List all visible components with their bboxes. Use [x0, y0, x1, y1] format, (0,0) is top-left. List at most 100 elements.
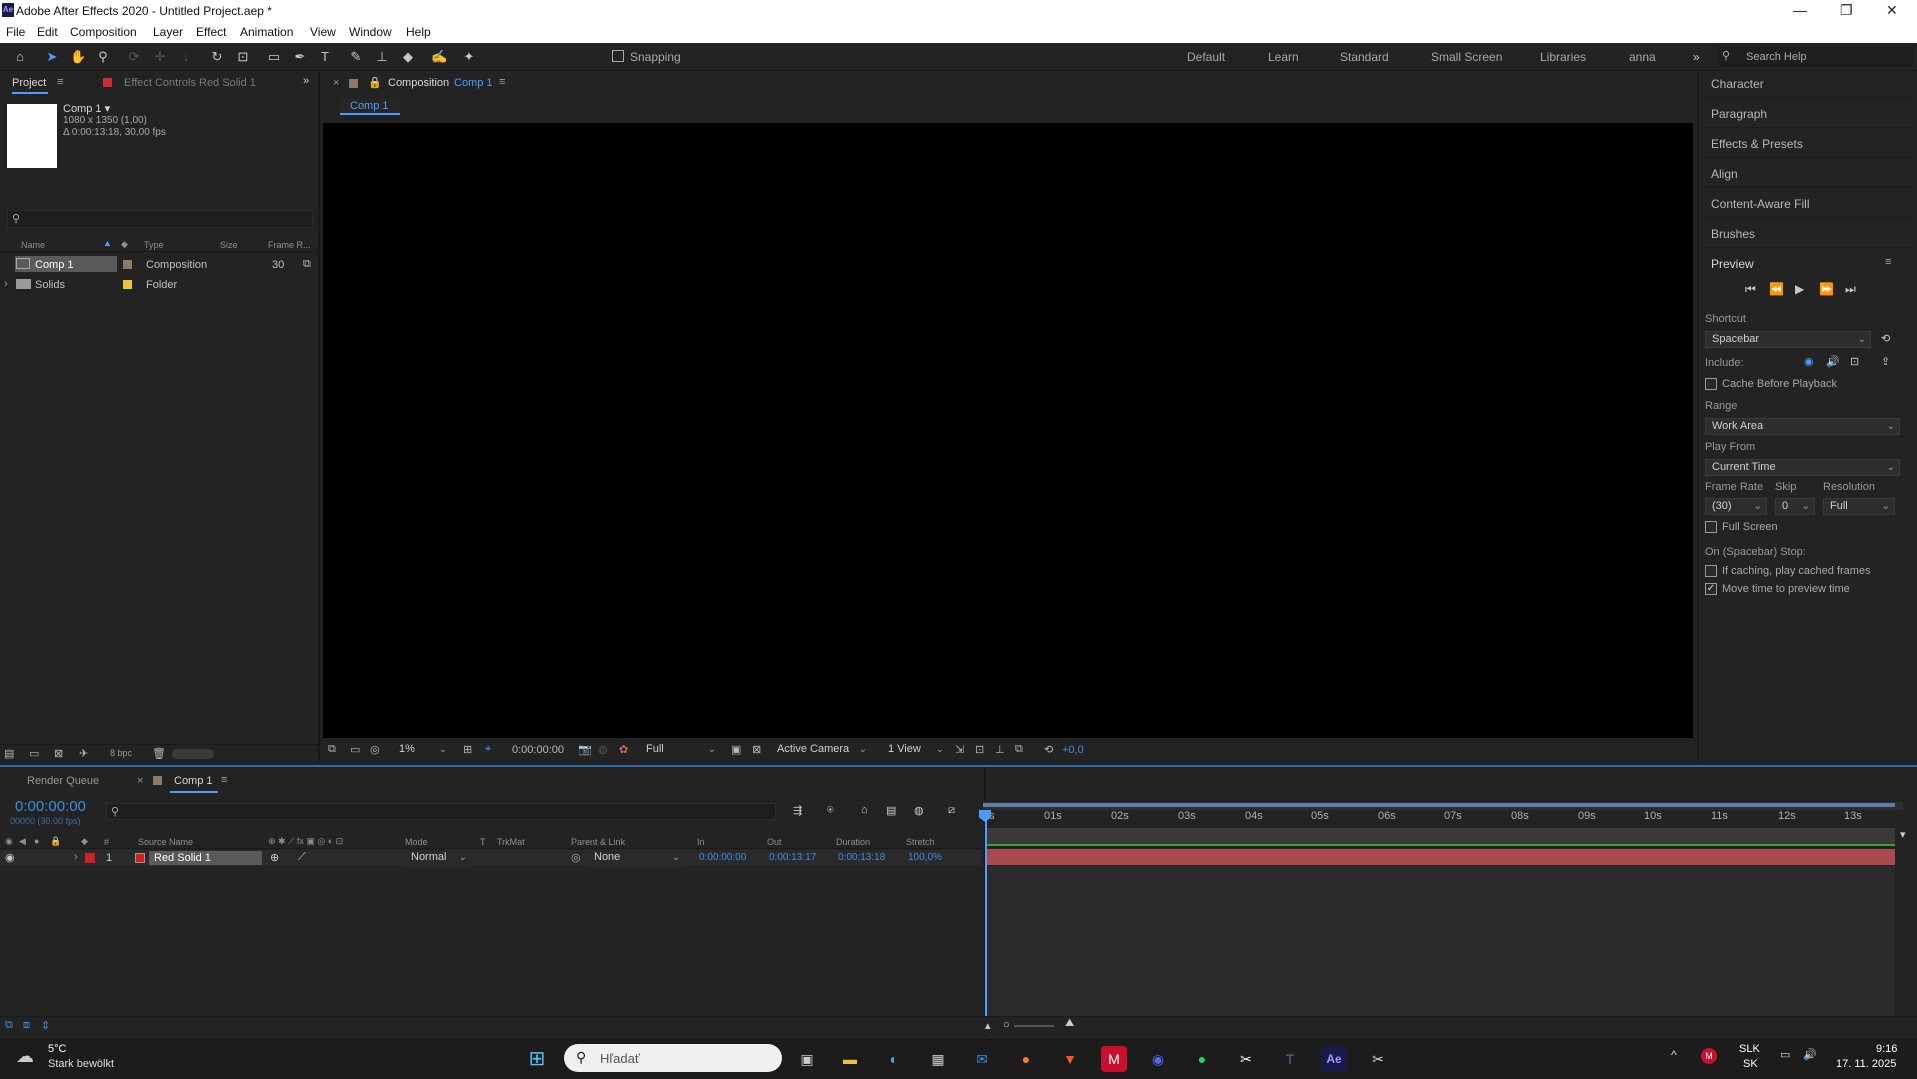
tab-project[interactable]: Project — [12, 77, 46, 89]
vr-icon[interactable]: ◎ — [370, 743, 380, 756]
bpc-label[interactable]: 8 bpc — [110, 748, 132, 758]
project-item-solids[interactable]: › Solids Folder — [0, 277, 320, 293]
delete-icon[interactable]: 🗑 — [152, 747, 166, 760]
quality-switch-icon[interactable]: ⟋ — [298, 851, 306, 864]
zoom-slider-track[interactable] — [1014, 1025, 1054, 1027]
orbit-tool-icon[interactable]: ⟳ — [126, 49, 142, 65]
keyboard-layout[interactable]: SK — [1743, 1058, 1758, 1070]
time-ruler[interactable]: 0s 01s 02s 03s 04s 05s 06s 07s 08s 09s 1… — [983, 810, 1903, 828]
weather-temp[interactable]: 5°C — [48, 1043, 66, 1055]
zoom-dropdown[interactable]: 1% ⌄ — [393, 742, 451, 759]
eraser-tool-icon[interactable]: ◆ — [400, 49, 416, 65]
col-type[interactable]: Type — [144, 240, 164, 250]
snipping-tool-icon[interactable]: ✂ — [1365, 1046, 1391, 1072]
panel-menu-icon[interactable]: ≡ — [57, 76, 63, 88]
fast-preview-icon[interactable]: ⊡ — [975, 743, 984, 756]
tab-render-queue[interactable]: Render Queue — [27, 775, 99, 787]
timeline-search-input[interactable]: ⚲ — [106, 803, 776, 820]
snapping-checkbox[interactable] — [612, 50, 624, 62]
outlook-icon[interactable]: ✉ — [969, 1046, 995, 1072]
pen-tool-icon[interactable]: ✒ — [292, 49, 308, 65]
panel-align[interactable]: Align — [1711, 167, 1738, 181]
col-parent[interactable]: Parent & Link — [571, 837, 625, 847]
close-tab-icon[interactable]: × — [137, 775, 143, 787]
preview-resolution-dropdown[interactable]: Full ⌄ — [1823, 498, 1895, 515]
zoom-tool-icon[interactable]: ⚲ — [95, 49, 111, 65]
menu-edit[interactable]: Edit — [37, 25, 58, 39]
reset-icon[interactable]: ⟲ — [1881, 332, 1890, 345]
anchor-tool-icon[interactable]: ⊡ — [235, 49, 251, 65]
workspace-anna[interactable]: anna — [1629, 50, 1656, 64]
zoom-in-icon[interactable]: ⛰ — [1065, 1017, 1074, 1030]
label-column-icon[interactable]: ◆ — [121, 239, 128, 250]
tab-timeline-comp[interactable]: Comp 1 — [174, 775, 213, 787]
blend-mode-dropdown[interactable]: Normal ⌄ — [405, 850, 471, 867]
layer-switches-toggle-icon[interactable]: ⧉ — [5, 1019, 13, 1032]
edge-icon[interactable]: ◐ — [881, 1046, 907, 1072]
layer-in[interactable]: 0:00:00:00 — [699, 852, 746, 863]
graph-editor-icon[interactable]: ⧄ — [948, 804, 955, 817]
grid-icon[interactable]: ⊞ — [463, 743, 472, 756]
export-icon[interactable]: ⇪ — [1881, 355, 1890, 368]
col-name[interactable]: Name — [21, 240, 45, 250]
workspace-libraries[interactable]: Libraries — [1540, 50, 1586, 64]
mega-icon[interactable]: M — [1101, 1046, 1127, 1072]
panel-character[interactable]: Character — [1711, 77, 1764, 91]
color-channel-icon[interactable]: ✿ — [619, 743, 628, 756]
current-time-display[interactable]: 0:00:00:00 — [15, 798, 86, 815]
menu-help[interactable]: Help — [406, 25, 431, 39]
taskbar-search[interactable]: ⚲ Hľadať — [564, 1044, 782, 1072]
play-from-dropdown[interactable]: Current Time ⌄ — [1705, 459, 1900, 476]
layer-out[interactable]: 0:00:13:17 — [769, 852, 816, 863]
switches-icons[interactable]: ⊕ ✱ ⟋ fx ▣ ◎ ◐ ⊡ — [268, 836, 343, 847]
lock-icon[interactable]: 🔒 — [368, 76, 382, 89]
comp-info-name[interactable]: Comp 1 ▾ — [63, 102, 110, 115]
col-frame-rate[interactable]: Frame R... — [268, 240, 311, 250]
pan-tool-icon[interactable]: ✛ — [152, 49, 168, 65]
menu-window[interactable]: Window — [349, 25, 392, 39]
brush-tool-icon[interactable]: ✎ — [348, 49, 364, 65]
keyboard-language[interactable]: SLK — [1739, 1043, 1760, 1055]
timeline-icon[interactable]: ⊥ — [995, 743, 1005, 756]
previous-frame-icon[interactable]: ⏪ — [1769, 282, 1784, 296]
project-item-comp-1[interactable]: Comp 1 Composition 30 ⧉ — [0, 257, 320, 273]
col-source-name[interactable]: Source Name — [138, 837, 193, 847]
shy-switch-icon[interactable]: ⊕ — [270, 851, 279, 864]
expand-chevron-icon[interactable]: › — [74, 851, 78, 863]
work-area-range[interactable] — [983, 803, 1895, 807]
panel-menu-icon[interactable]: ≡ — [499, 76, 505, 88]
range-dropdown[interactable]: Work Area ⌄ — [1705, 418, 1900, 435]
preview-title[interactable]: Preview — [1711, 257, 1754, 271]
move-time-checkbox[interactable]: ✓ — [1705, 583, 1717, 595]
expand-chevron-icon[interactable]: › — [4, 278, 8, 290]
cache-before-playback-checkbox[interactable] — [1705, 378, 1717, 390]
tab-composition[interactable]: Composition — [388, 77, 449, 89]
capcut-icon[interactable]: ✂ — [1233, 1046, 1259, 1072]
maximize-button[interactable]: ❐ — [1840, 2, 1853, 19]
project-settings-icon[interactable]: ✈ — [79, 747, 88, 760]
resolution-dropdown[interactable]: Full ⌄ — [640, 742, 720, 759]
search-help-field[interactable]: ⚲ Search Help — [1718, 47, 1914, 67]
flowchart-icon[interactable]: ⧉ — [303, 258, 311, 271]
frame-blending-icon[interactable]: ▤ — [886, 804, 896, 817]
menu-animation[interactable]: Animation — [240, 25, 293, 39]
parent-dropdown[interactable]: None ⌄ — [588, 850, 684, 867]
col-in[interactable]: In — [697, 837, 705, 847]
viewer-timecode[interactable]: 0:00:00:00 — [512, 744, 564, 756]
firefox-icon[interactable]: ● — [1013, 1046, 1039, 1072]
show-snapshot-icon[interactable]: ◍ — [598, 743, 608, 756]
rectangle-tool-icon[interactable]: ▭ — [266, 49, 282, 65]
panel-content-aware-fill[interactable]: Content-Aware Fill — [1711, 197, 1809, 211]
thumbnail-slider[interactable] — [172, 749, 214, 759]
transparency-grid-icon[interactable]: ⊠ — [752, 743, 761, 756]
comp-subtab[interactable]: Comp 1 — [340, 99, 400, 115]
minimize-button[interactable]: — — [1793, 2, 1807, 18]
weather-icon[interactable]: ☁ — [16, 1046, 34, 1067]
lock-icon[interactable]: 🔒 — [50, 836, 61, 847]
after-effects-icon[interactable]: Ae — [1321, 1046, 1347, 1072]
rotate-tool-icon[interactable]: ↻ — [209, 49, 225, 65]
teams-icon[interactable]: T — [1277, 1046, 1303, 1072]
draft-3d-icon[interactable]: ⍟ — [827, 804, 834, 817]
new-folder-icon[interactable]: ▭ — [29, 747, 39, 760]
network-icon[interactable]: ▭ — [1780, 1048, 1790, 1061]
